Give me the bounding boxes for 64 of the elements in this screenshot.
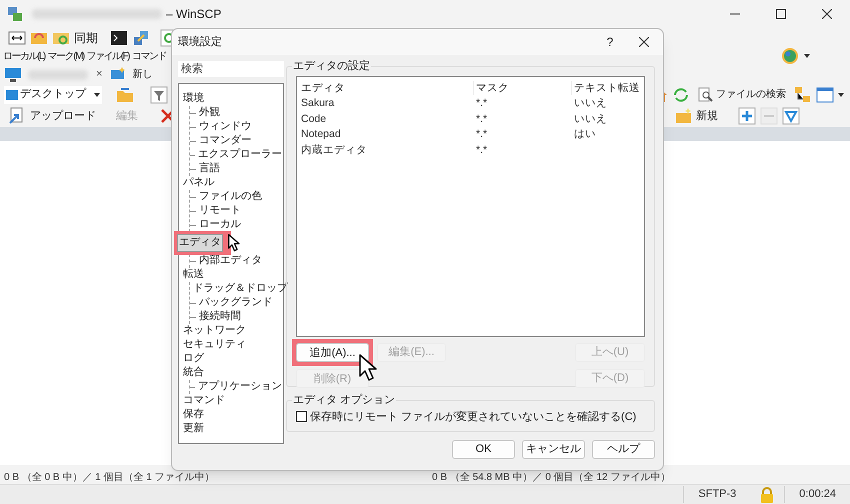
table-cell-text: *.*	[475, 112, 488, 126]
tab-close-icon[interactable]: ×	[96, 66, 102, 83]
table-cell-text: Sakura	[301, 96, 336, 110]
status-text: 0 B （全 54.8 MB 中）／ 0 個目（全 12 ファイル中）	[432, 473, 670, 483]
table-cell-text: *.*	[475, 127, 488, 142]
dialog-button[interactable]: OK	[452, 440, 515, 459]
tree-item[interactable]: エクスプローラー	[197, 147, 283, 163]
help-button[interactable]: ?	[595, 33, 625, 51]
table-cell-text: Code	[301, 112, 328, 126]
toolbar-action[interactable]: アップロード	[30, 108, 96, 124]
tree-item[interactable]: ウィンドウ	[198, 119, 252, 135]
table-cell-text: 内蔵エディタ	[301, 142, 368, 157]
tree-item[interactable]: 転送	[182, 267, 205, 283]
tree-item[interactable]: 言語	[198, 161, 221, 177]
group-title: エディタ オプション	[292, 392, 396, 408]
tree-item[interactable]: 更新	[182, 421, 205, 437]
drive-dropdown[interactable]: デスクトップ	[4, 86, 102, 104]
column-header[interactable]: テキスト転送	[571, 80, 640, 94]
toolbar-label[interactable]: 同期	[74, 28, 98, 46]
column-header[interactable]: エディタ	[301, 80, 473, 94]
tree-item[interactable]: コマンド	[182, 393, 226, 409]
tree-item[interactable]: ログ	[182, 351, 205, 367]
elapsed-time: 0:00:24	[784, 486, 850, 503]
protocol-label: SFTP-3	[683, 486, 750, 503]
menu-item[interactable]: ローカル(L)	[3, 48, 45, 64]
find-files-button[interactable]: ファイルの検索	[698, 86, 786, 102]
column-header[interactable]: マスク	[473, 80, 571, 94]
dialog-button[interactable]: キャンセル	[522, 440, 585, 459]
menu-item[interactable]: マーク(M)	[48, 48, 84, 64]
table-cell-text: はい	[573, 127, 597, 142]
table-cell-text: *.*	[475, 96, 488, 110]
tree-item[interactable]: ネットワーク	[182, 323, 247, 339]
tree-item[interactable]: セキュリティ	[182, 337, 247, 353]
table-cell-text: Notepad	[301, 127, 342, 142]
tab-label[interactable]: 新し	[132, 67, 152, 82]
table-cell-text: いいえ	[573, 96, 608, 110]
group-title: エディタの設定	[292, 58, 371, 74]
table-cell-text: いいえ	[573, 112, 608, 126]
checkbox-label[interactable]: 保存時にリモート ファイルが変更されていないことを確認する(C)	[310, 408, 636, 425]
tree-item[interactable]: ドラッグ＆ドロップ	[192, 281, 288, 297]
tree-item[interactable]: 保存	[182, 407, 205, 423]
tree-item[interactable]: 環境	[182, 91, 205, 107]
tree-item[interactable]: アプリケーション	[197, 379, 283, 395]
dialog-button[interactable]: 追加(A)...	[296, 343, 369, 362]
tree-item[interactable]: 外観	[198, 105, 221, 121]
status-text: 0 B （全 0 B 中）／ 1 個目（全 1 ファイル中）	[3, 473, 216, 483]
tree-item[interactable]: パネル	[182, 175, 216, 191]
search-field[interactable]: 検索	[178, 61, 284, 77]
tree-item[interactable]: バックグランド	[198, 295, 274, 311]
menu-item[interactable]: コマンド	[132, 48, 166, 64]
tree-item[interactable]: コマンダー	[198, 133, 252, 149]
dialog-title: 環境設定	[178, 34, 222, 50]
tree-item[interactable]: ファイルの色	[198, 189, 263, 205]
tree-item[interactable]: リモート	[198, 203, 242, 219]
table-cell-text: *.*	[475, 142, 488, 157]
new-button[interactable]: 新規	[675, 108, 718, 124]
dialog-button[interactable]: ヘルプ	[592, 440, 655, 459]
window-title: – WinSCP	[166, 6, 222, 23]
tree-item[interactable]: 内部エディタ	[198, 253, 263, 269]
tree-item[interactable]: 接続時間	[198, 309, 242, 325]
tree-item[interactable]: 統合	[182, 365, 205, 381]
tree-item[interactable]: エディタ	[177, 234, 223, 252]
tree-item[interactable]: ローカル	[198, 217, 242, 233]
menu-item[interactable]: ファイル(F)	[86, 48, 130, 64]
